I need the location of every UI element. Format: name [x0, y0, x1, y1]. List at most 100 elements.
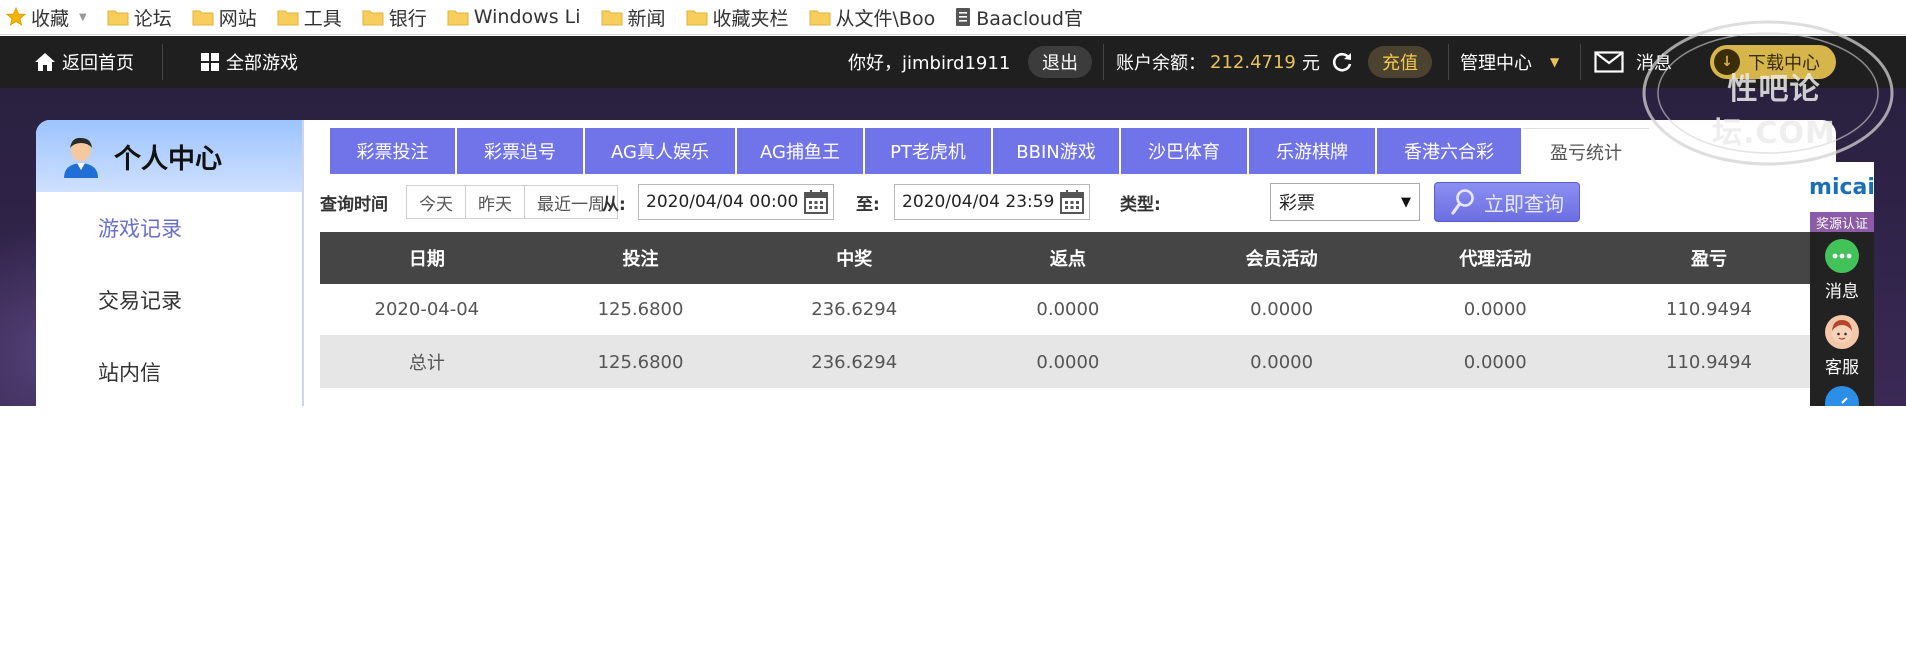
tab-ag-fishing[interactable]: AG捕鱼王	[737, 128, 863, 174]
column-header: 中奖	[836, 249, 873, 270]
app-window: 收藏 ▼ 论坛 网站 工具 银行 Windows Li 新闻 收藏夹栏 从文件\…	[0, 0, 1906, 648]
bookmark-folder[interactable]: 网站	[192, 0, 257, 35]
tab-ag-live[interactable]: AG真人娱乐	[585, 128, 735, 174]
bookmark-folder[interactable]: 工具	[277, 0, 342, 35]
quick-range-group: 今天 昨天 最近一周	[406, 185, 618, 219]
bookmark-label: Windows Li	[473, 6, 581, 28]
top-nav-bar: 返回首页 全部游戏 你好，jimbird1911 退出 账户余额： 212.47…	[0, 36, 1906, 88]
folder-icon	[362, 8, 384, 26]
divider	[1448, 44, 1449, 80]
table-cell: 0.0000	[1463, 299, 1527, 320]
all-games-label: 全部游戏	[226, 53, 298, 74]
tab-leyou-chess[interactable]: 乐游棋牌	[1249, 128, 1375, 174]
table-cell: 0.0000	[1036, 351, 1100, 373]
folder-icon	[447, 8, 469, 26]
bookmark-label: 工具	[303, 7, 342, 30]
support-agent-icon	[1825, 314, 1859, 349]
tab-lottery-chase[interactable]: 彩票追号	[457, 128, 583, 174]
search-button[interactable]: 立即查询	[1434, 182, 1580, 222]
table-cell: 236.6294	[811, 351, 898, 373]
chat-icon	[1825, 238, 1859, 273]
sidebar: 个人中心 游戏记录 交易记录 站内信	[36, 120, 304, 406]
balance-value: 212.4719	[1210, 51, 1296, 73]
bookmark-folder[interactable]: 银行	[362, 0, 427, 35]
tab-profit-loss[interactable]: 盈亏统计	[1523, 128, 1649, 174]
from-date-input[interactable]: 2020/04/04 00:00	[638, 184, 834, 220]
table-cell: 0.0000	[1463, 351, 1527, 373]
to-date-value: 2020/04/04 23:59	[902, 192, 1055, 212]
table-cell: 110.9494	[1666, 351, 1752, 373]
sidebar-item-transactions[interactable]: 交易记录	[36, 264, 302, 336]
tab-pt-slots[interactable]: PT老虎机	[865, 128, 991, 174]
from-label: 从:	[602, 194, 626, 215]
from-date-value: 2020/04/04 00:00	[646, 192, 799, 212]
bookmark-folder[interactable]: 收藏夹栏	[686, 0, 789, 35]
folder-icon	[277, 8, 299, 26]
column-header: 代理活动	[1459, 249, 1532, 270]
right-float-bar: micai 奖源认证 消息 客服	[1809, 162, 1875, 406]
to-date-input[interactable]: 2020/04/04 23:59	[894, 184, 1090, 220]
today-button[interactable]: 今天	[407, 186, 466, 218]
user-avatar-icon	[60, 134, 102, 178]
bookmark-page[interactable]: Baacloud官	[955, 0, 1083, 35]
table-total-row: 总计 125.6800 236.6294 0.0000 0.0000 0.000…	[320, 336, 1816, 388]
float-support-button[interactable]: 客服	[1810, 308, 1874, 384]
balance-label: 账户余额：	[1116, 53, 1206, 74]
float-support-label: 客服	[1825, 357, 1859, 378]
sidebar-item-game-records[interactable]: 游戏记录	[36, 192, 302, 264]
tab-hk-lottery[interactable]: 香港六合彩	[1377, 128, 1521, 174]
table-cell: 236.6294	[811, 299, 898, 320]
clock-icon	[1825, 386, 1859, 406]
type-select[interactable]: 彩票 ▼	[1270, 183, 1420, 221]
folder-icon	[192, 8, 214, 26]
watermark-stamp: 性吧论坛.COM	[1640, 18, 1896, 168]
profit-loss-table: 日期 投注 中奖 返点 会员活动 代理活动 盈亏 2020-04-04 125.…	[320, 232, 1816, 388]
tab-bbin-games[interactable]: BBIN游戏	[993, 128, 1119, 174]
tab-saba-sports[interactable]: 沙巴体育	[1121, 128, 1247, 174]
bookmark-favorites[interactable]: 收藏 ▼	[6, 0, 87, 35]
query-time-label: 查询时间	[320, 194, 388, 215]
refresh-icon[interactable]	[1330, 50, 1354, 74]
personal-center-panel: 个人中心 游戏记录 交易记录 站内信 彩票投注 彩票追号 AG真人娱乐 AG捕鱼…	[36, 120, 1836, 406]
sidebar-item-inbox[interactable]: 站内信	[36, 336, 302, 406]
tab-lottery-bets[interactable]: 彩票投注	[330, 128, 455, 174]
bookmarks-bar: 收藏 ▼ 论坛 网站 工具 银行 Windows Li 新闻 收藏夹栏 从文件\…	[0, 0, 1906, 35]
yesterday-button[interactable]: 昨天	[466, 186, 525, 218]
manage-center-menu[interactable]: 管理中心 ▼	[1460, 36, 1559, 88]
bookmark-label: 网站	[218, 7, 257, 30]
right-float-actions: 消息 客服	[1810, 232, 1874, 406]
calendar-icon[interactable]	[803, 189, 829, 215]
bookmark-folder[interactable]: 论坛	[107, 0, 172, 35]
calendar-icon[interactable]	[1059, 189, 1085, 215]
table-cell: 0.0000	[1250, 351, 1314, 373]
bookmark-label: 收藏夹栏	[712, 7, 789, 30]
bookmark-folder[interactable]: 从文件\Boo	[809, 0, 935, 35]
float-more-button[interactable]	[1810, 384, 1874, 406]
watermark-text: 性吧论坛.COM	[1712, 72, 1836, 151]
home-label: 返回首页	[62, 53, 134, 74]
divider	[1580, 44, 1581, 80]
search-label: 立即查询	[1484, 191, 1564, 216]
bookmark-label: 论坛	[133, 7, 172, 30]
table-cell: 0.0000	[1250, 299, 1314, 320]
grid-icon	[200, 52, 220, 72]
folder-icon	[809, 8, 831, 26]
sidebar-title: 个人中心	[114, 143, 222, 175]
bookmark-folder[interactable]: 新闻	[601, 0, 666, 35]
bookmark-folder[interactable]: Windows Li	[447, 0, 581, 35]
logout-button[interactable]: 退出	[1028, 46, 1092, 78]
search-icon	[1450, 188, 1476, 216]
balance-unit: 元	[1301, 53, 1320, 74]
recharge-button[interactable]: 充值	[1368, 46, 1432, 78]
home-link[interactable]: 返回首页	[34, 36, 134, 88]
all-games-link[interactable]: 全部游戏	[200, 36, 298, 88]
divider	[162, 44, 163, 80]
type-select-value: 彩票	[1279, 193, 1315, 214]
float-messages-button[interactable]: 消息	[1810, 232, 1874, 308]
document-icon	[955, 7, 971, 27]
greeting-text: 你好，jimbird1911	[848, 53, 1011, 74]
table-cell: 总计	[408, 353, 445, 374]
chevron-down-icon[interactable]: ▼	[79, 12, 87, 23]
star-icon	[6, 7, 26, 27]
column-header: 日期	[408, 249, 445, 270]
